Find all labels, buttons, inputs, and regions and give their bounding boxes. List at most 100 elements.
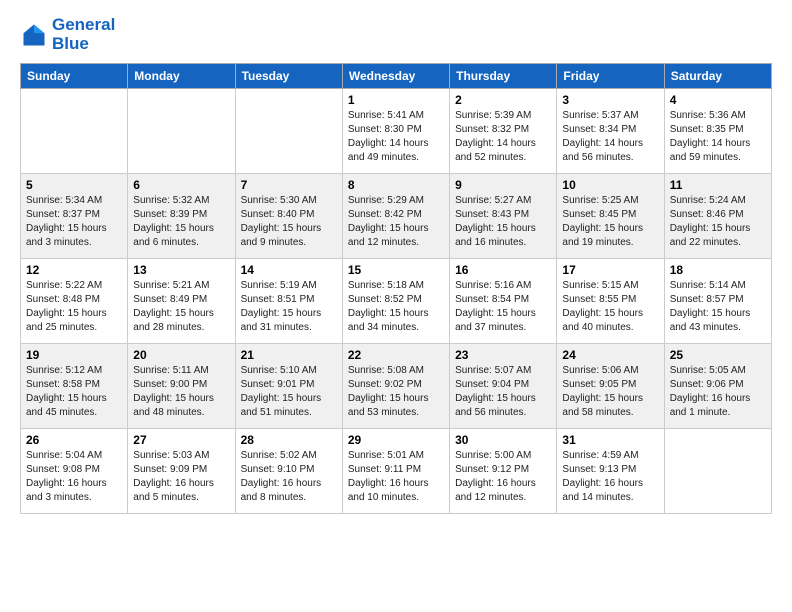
calendar-cell: 18 Sunrise: 5:14 AM Sunset: 8:57 PM Dayli… [664,259,771,344]
day-info: Sunrise: 5:29 AM Sunset: 8:42 PM Dayligh… [348,194,444,250]
logo-icon [20,21,48,49]
day-number: 31 [562,433,658,447]
day-info: Sunrise: 5:30 AM Sunset: 8:40 PM Dayligh… [241,194,337,250]
day-info: Sunrise: 5:32 AM Sunset: 8:39 PM Dayligh… [133,194,229,250]
day-info: Sunrise: 5:00 AM Sunset: 9:12 PM Dayligh… [455,449,551,505]
day-info: Sunrise: 5:18 AM Sunset: 8:52 PM Dayligh… [348,279,444,335]
calendar-table: SundayMondayTuesdayWednesdayThursdayFrid… [20,63,772,514]
day-info: Sunrise: 5:03 AM Sunset: 9:09 PM Dayligh… [133,449,229,505]
calendar-cell: 12 Sunrise: 5:22 AM Sunset: 8:48 PM Dayli… [21,259,128,344]
calendar-cell: 27 Sunrise: 5:03 AM Sunset: 9:09 PM Dayli… [128,429,235,514]
day-number: 22 [348,348,444,362]
calendar-cell: 11 Sunrise: 5:24 AM Sunset: 8:46 PM Dayli… [664,174,771,259]
day-number: 30 [455,433,551,447]
calendar-cell: 30 Sunrise: 5:00 AM Sunset: 9:12 PM Dayli… [450,429,557,514]
calendar-cell: 2 Sunrise: 5:39 AM Sunset: 8:32 PM Daylig… [450,89,557,174]
day-info: Sunrise: 5:24 AM Sunset: 8:46 PM Dayligh… [670,194,766,250]
day-number: 20 [133,348,229,362]
day-info: Sunrise: 5:10 AM Sunset: 9:01 PM Dayligh… [241,364,337,420]
weekday-header-tuesday: Tuesday [235,64,342,89]
day-info: Sunrise: 5:36 AM Sunset: 8:35 PM Dayligh… [670,109,766,165]
calendar-cell: 21 Sunrise: 5:10 AM Sunset: 9:01 PM Dayli… [235,344,342,429]
calendar-cell: 28 Sunrise: 5:02 AM Sunset: 9:10 PM Dayli… [235,429,342,514]
day-number: 2 [455,93,551,107]
week-row-3: 12 Sunrise: 5:22 AM Sunset: 8:48 PM Dayli… [21,259,772,344]
calendar-cell: 26Sunrise: 5:04 AM Sunset: 9:08 PM Dayli… [21,429,128,514]
day-info: Sunrise: 5:04 AM Sunset: 9:08 PM Dayligh… [26,449,122,505]
calendar-cell: 20 Sunrise: 5:11 AM Sunset: 9:00 PM Dayli… [128,344,235,429]
day-number: 16 [455,263,551,277]
calendar-cell: 16Sunrise: 5:16 AM Sunset: 8:54 PM Dayli… [450,259,557,344]
calendar-cell: 19 Sunrise: 5:12 AM Sunset: 8:58 PM Dayli… [21,344,128,429]
day-number: 14 [241,263,337,277]
calendar-cell: 23 Sunrise: 5:07 AM Sunset: 9:04 PM Dayli… [450,344,557,429]
day-info: Sunrise: 5:34 AM Sunset: 8:37 PM Dayligh… [26,194,122,250]
calendar-cell: 9 Sunrise: 5:27 AM Sunset: 8:43 PM Daylig… [450,174,557,259]
calendar-cell [128,89,235,174]
calendar-cell: 4Sunrise: 5:36 AM Sunset: 8:35 PM Daylig… [664,89,771,174]
day-number: 23 [455,348,551,362]
day-info: Sunrise: 5:41 AM Sunset: 8:30 PM Dayligh… [348,109,444,165]
day-number: 27 [133,433,229,447]
week-row-2: 5Sunrise: 5:34 AM Sunset: 8:37 PM Daylig… [21,174,772,259]
calendar-cell [235,89,342,174]
day-number: 13 [133,263,229,277]
calendar-cell: 6 Sunrise: 5:32 AM Sunset: 8:39 PM Daylig… [128,174,235,259]
calendar-cell: 8 Sunrise: 5:29 AM Sunset: 8:42 PM Daylig… [342,174,449,259]
day-number: 3 [562,93,658,107]
day-number: 10 [562,178,658,192]
day-number: 8 [348,178,444,192]
week-row-4: 19 Sunrise: 5:12 AM Sunset: 8:58 PM Dayli… [21,344,772,429]
day-info: Sunrise: 5:14 AM Sunset: 8:57 PM Dayligh… [670,279,766,335]
day-info: Sunrise: 5:12 AM Sunset: 8:58 PM Dayligh… [26,364,122,420]
day-number: 11 [670,178,766,192]
day-number: 9 [455,178,551,192]
calendar-cell: 3 Sunrise: 5:37 AM Sunset: 8:34 PM Daylig… [557,89,664,174]
logo: General Blue [20,16,115,53]
calendar-cell: 13Sunrise: 5:21 AM Sunset: 8:49 PM Dayli… [128,259,235,344]
day-number: 28 [241,433,337,447]
day-info: Sunrise: 5:05 AM Sunset: 9:06 PM Dayligh… [670,364,766,420]
calendar-cell: 14 Sunrise: 5:19 AM Sunset: 8:51 PM Dayli… [235,259,342,344]
day-info: Sunrise: 5:39 AM Sunset: 8:32 PM Dayligh… [455,109,551,165]
day-number: 21 [241,348,337,362]
day-info: Sunrise: 5:37 AM Sunset: 8:34 PM Dayligh… [562,109,658,165]
day-info: Sunrise: 5:02 AM Sunset: 9:10 PM Dayligh… [241,449,337,505]
weekday-header-monday: Monday [128,64,235,89]
day-info: Sunrise: 5:27 AM Sunset: 8:43 PM Dayligh… [455,194,551,250]
weekday-header-sunday: Sunday [21,64,128,89]
weekday-header-saturday: Saturday [664,64,771,89]
day-number: 18 [670,263,766,277]
calendar-cell: 24Sunrise: 5:06 AM Sunset: 9:05 PM Dayli… [557,344,664,429]
calendar-cell: 7 Sunrise: 5:30 AM Sunset: 8:40 PM Daylig… [235,174,342,259]
week-row-1: 1 Sunrise: 5:41 AM Sunset: 8:30 PM Daylig… [21,89,772,174]
page: General Blue SundayMondayTuesdayWednesda… [0,0,792,534]
day-number: 7 [241,178,337,192]
header: General Blue [20,16,772,53]
day-number: 12 [26,263,122,277]
day-number: 6 [133,178,229,192]
day-number: 17 [562,263,658,277]
day-number: 15 [348,263,444,277]
calendar-cell: 15 Sunrise: 5:18 AM Sunset: 8:52 PM Dayli… [342,259,449,344]
calendar-cell [21,89,128,174]
calendar-cell: 17 Sunrise: 5:15 AM Sunset: 8:55 PM Dayli… [557,259,664,344]
calendar-cell: 29 Sunrise: 5:01 AM Sunset: 9:11 PM Dayli… [342,429,449,514]
day-info: Sunrise: 5:22 AM Sunset: 8:48 PM Dayligh… [26,279,122,335]
calendar-cell: 31 Sunrise: 4:59 AM Sunset: 9:13 PM Dayli… [557,429,664,514]
day-info: Sunrise: 5:06 AM Sunset: 9:05 PM Dayligh… [562,364,658,420]
day-number: 29 [348,433,444,447]
day-number: 1 [348,93,444,107]
week-row-5: 26Sunrise: 5:04 AM Sunset: 9:08 PM Dayli… [21,429,772,514]
calendar-cell: 25Sunrise: 5:05 AM Sunset: 9:06 PM Dayli… [664,344,771,429]
day-info: Sunrise: 5:07 AM Sunset: 9:04 PM Dayligh… [455,364,551,420]
day-info: Sunrise: 5:19 AM Sunset: 8:51 PM Dayligh… [241,279,337,335]
day-info: Sunrise: 5:15 AM Sunset: 8:55 PM Dayligh… [562,279,658,335]
logo-text: General Blue [52,16,115,53]
day-number: 19 [26,348,122,362]
day-info: Sunrise: 5:01 AM Sunset: 9:11 PM Dayligh… [348,449,444,505]
calendar-cell: 1 Sunrise: 5:41 AM Sunset: 8:30 PM Daylig… [342,89,449,174]
day-info: Sunrise: 5:11 AM Sunset: 9:00 PM Dayligh… [133,364,229,420]
weekday-header-row: SundayMondayTuesdayWednesdayThursdayFrid… [21,64,772,89]
day-info: Sunrise: 4:59 AM Sunset: 9:13 PM Dayligh… [562,449,658,505]
